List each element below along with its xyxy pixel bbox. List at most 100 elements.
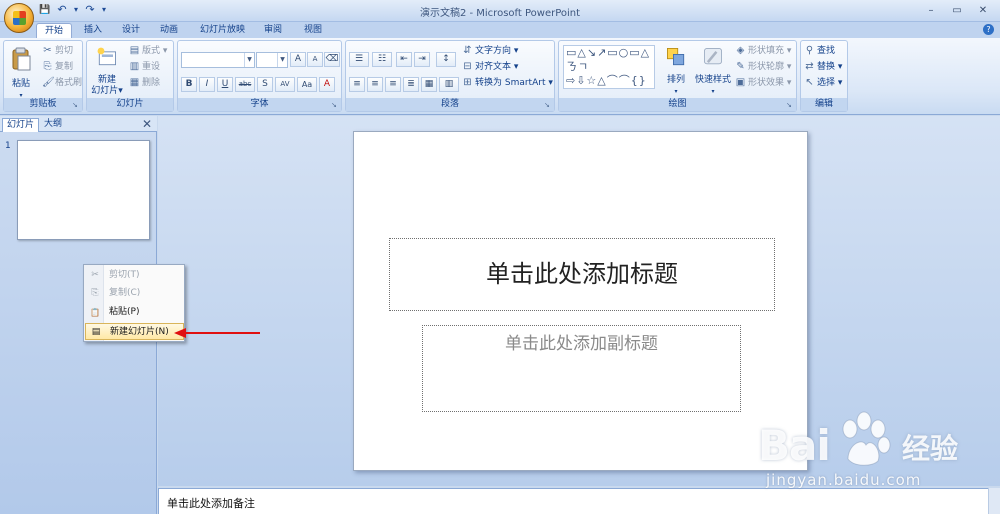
chevron-down-icon: ▼	[244, 53, 254, 67]
help-icon[interactable]: ?	[983, 24, 994, 35]
italic-button[interactable]: I	[199, 77, 215, 92]
clipboard-launcher-icon[interactable]: ↘	[72, 101, 80, 109]
shape-outline-button[interactable]: ✎ 形状轮廓 ▾	[735, 61, 791, 73]
decrease-indent-button[interactable]: ⇤	[396, 52, 412, 67]
menu-item-cut[interactable]: ✂ 剪切(T)	[85, 267, 184, 284]
menu-item-copy[interactable]: ⎘ 复制(C)	[85, 285, 184, 302]
tab-insert[interactable]: 插入	[76, 23, 110, 38]
subtitle-placeholder[interactable]: 单击此处添加副标题	[422, 325, 741, 412]
find-button[interactable]: ⚲ 查找	[804, 45, 835, 57]
align-text-icon: ⊟	[463, 61, 472, 72]
replace-button[interactable]: ⇄ 替换 ▾	[804, 61, 842, 73]
shape-fill-button[interactable]: ◈ 形状填充 ▾	[735, 45, 792, 57]
menu-item-new-slide[interactable]: ▤ 新建幻灯片(N)	[85, 323, 184, 340]
maximize-button[interactable]: ▭	[944, 2, 970, 19]
reset-button[interactable]: ▥ 重设	[129, 61, 160, 73]
menu-item-paste[interactable]: 📋 粘贴(P)	[85, 304, 184, 321]
paint-bucket-icon: ◈	[736, 45, 745, 56]
text-shadow-button[interactable]: S	[257, 77, 273, 92]
columns-button[interactable]: ▥	[439, 77, 459, 92]
change-case-button[interactable]: Aa	[297, 77, 317, 92]
paw-icon	[842, 411, 891, 466]
text-direction-button[interactable]: ⇵ 文字方向 ▾	[462, 45, 518, 57]
title-placeholder[interactable]: 单击此处添加标题	[389, 238, 775, 311]
select-button[interactable]: ↖ 选择 ▾	[804, 77, 842, 89]
office-button[interactable]	[4, 3, 34, 33]
tab-review[interactable]: 审阅	[256, 23, 290, 38]
close-icon[interactable]: ✕	[142, 117, 152, 131]
underline-button[interactable]: U	[217, 77, 233, 92]
reset-icon: ▥	[129, 61, 140, 72]
line-spacing-button[interactable]: ↕	[436, 52, 456, 67]
minimize-button[interactable]: –	[918, 2, 944, 19]
cut-button[interactable]: ✂ 剪切	[42, 45, 73, 57]
paste-icon: 📋	[90, 308, 100, 317]
indent-icon: ⇥	[418, 54, 426, 64]
layout-button[interactable]: ▤ 版式 ▾	[129, 45, 168, 57]
quick-styles-button[interactable]: 快速样式 ▾	[693, 45, 733, 97]
tab-view[interactable]: 视图	[296, 23, 330, 38]
new-slide-button[interactable]: 新建 幻灯片▾	[89, 45, 125, 97]
distributed-button[interactable]: ▦	[421, 77, 437, 92]
group-slides: 新建 幻灯片▾ ▤ 版式 ▾ ▥ 重设 ▦ 删除 幻灯片	[86, 40, 174, 112]
paste-button[interactable]: 粘贴 ▾	[7, 45, 35, 101]
clear-format-button[interactable]: ⌫	[324, 52, 340, 67]
window-controls: – ▭ ✕	[918, 2, 996, 19]
increase-indent-button[interactable]: ⇥	[414, 52, 430, 67]
group-drawing: ▭△↘↗▭○▭△ㄋㄱ⇨⇩☆△⌒⌒{} 排列 ▾ 快速样式 ▾ ◈ 形状填充 ▾ ✎ 形状…	[558, 40, 797, 112]
watermark-jingyan-text: 经验	[902, 432, 959, 465]
bullets-button[interactable]: ☰	[349, 52, 369, 67]
shape-effects-button[interactable]: ▣ 形状效果 ▾	[735, 77, 792, 89]
tab-animations[interactable]: 动画	[152, 23, 186, 38]
text-direction-icon: ⇵	[463, 45, 472, 56]
tab-outline-panel[interactable]: 大纲	[40, 118, 66, 132]
convert-smartart-button[interactable]: ⊞ 转换为 SmartArt ▾	[462, 77, 553, 89]
drawing-launcher-icon[interactable]: ↘	[786, 101, 794, 109]
line-spacing-icon: ↕	[442, 54, 450, 64]
delete-slide-button[interactable]: ▦ 删除	[129, 77, 160, 89]
justify-button[interactable]: ≣	[403, 77, 419, 92]
group-font: ▼ ▼ A A ⌫ B I U abc S AV Aa A 字体 ↘	[177, 40, 342, 112]
group-label-editing: 编辑	[801, 98, 847, 111]
close-button[interactable]: ✕	[970, 2, 996, 19]
bold-button[interactable]: B	[181, 77, 197, 92]
group-clipboard: 粘贴 ▾ ✂ 剪切 ⎘ 复制 🖌格式刷 剪贴板 ↘	[3, 40, 83, 112]
group-label-slides: 幻灯片	[87, 98, 173, 111]
group-editing: ⚲ 查找 ⇄ 替换 ▾ ↖ 选择 ▾ 编辑	[800, 40, 848, 112]
paste-icon	[12, 47, 31, 71]
slide-thumbnail[interactable]	[17, 140, 150, 240]
distribute-icon: ▦	[424, 79, 434, 89]
paragraph-launcher-icon[interactable]: ↘	[544, 101, 552, 109]
shrink-font-button[interactable]: A	[307, 52, 323, 67]
tab-design[interactable]: 设计	[114, 23, 148, 38]
grow-font-button[interactable]: A	[290, 52, 306, 67]
bullets-icon: ☰	[354, 54, 364, 64]
annotation-arrow-icon	[174, 328, 260, 338]
copy-button[interactable]: ⎘ 复制	[42, 61, 74, 73]
font-color-button[interactable]: A	[319, 77, 335, 92]
font-size-combo[interactable]: ▼	[256, 52, 288, 68]
font-name-combo[interactable]: ▼	[181, 52, 255, 68]
align-text-button[interactable]: ⊟ 对齐文本 ▾	[462, 61, 518, 73]
cursor-icon: ↖	[805, 77, 814, 88]
shapes-gallery[interactable]: ▭△↘↗▭○▭△ㄋㄱ⇨⇩☆△⌒⌒{}	[563, 45, 655, 89]
align-left-button[interactable]: ≡	[349, 77, 365, 92]
pen-icon: ✎	[736, 61, 745, 72]
tab-home[interactable]: 开始	[36, 23, 73, 38]
arrange-button[interactable]: 排列 ▾	[661, 45, 691, 97]
scissors-icon: ✂	[43, 45, 52, 56]
chevron-down-icon: ▼	[277, 53, 287, 67]
font-launcher-icon[interactable]: ↘	[331, 101, 339, 109]
tab-slideshow[interactable]: 幻灯片放映	[192, 23, 253, 38]
group-label-clipboard: 剪贴板	[4, 98, 82, 111]
format-painter-button[interactable]: 🖌格式刷	[42, 77, 82, 89]
align-center-button[interactable]: ≡	[367, 77, 383, 92]
align-right-button[interactable]: ≡	[385, 77, 401, 92]
slide-canvas[interactable]: 单击此处添加标题 单击此处添加副标题	[353, 131, 808, 471]
char-spacing-button[interactable]: AV	[275, 77, 295, 92]
tab-slides-panel[interactable]: 幻灯片	[2, 118, 40, 132]
numbering-button[interactable]: ☷	[372, 52, 392, 67]
strikethrough-button[interactable]: abc	[235, 77, 255, 92]
quick-styles-icon	[704, 48, 722, 65]
window-title: 演示文稿2 - Microsoft PowerPoint	[419, 8, 581, 19]
